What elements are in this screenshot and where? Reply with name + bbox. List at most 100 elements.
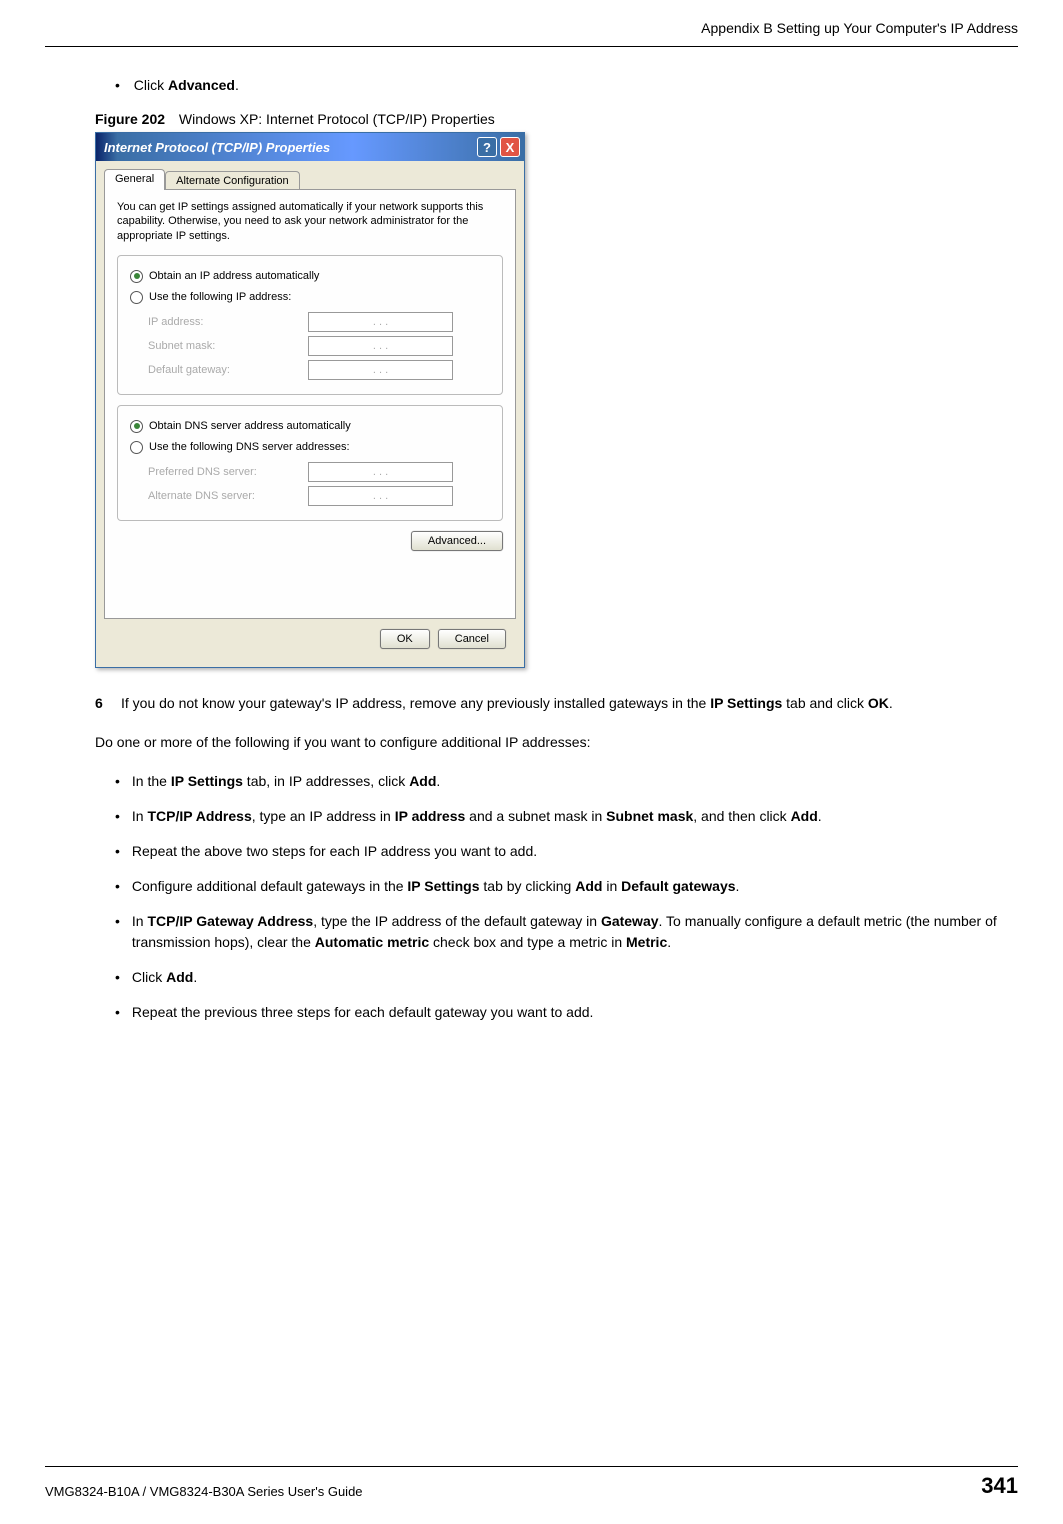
preferred-dns-row: Preferred DNS server: . . .	[148, 462, 490, 482]
t: and a subnet mask in	[465, 808, 606, 824]
sub-bullets: In the IP Settings tab, in IP addresses,…	[115, 771, 1018, 1023]
t: in	[602, 878, 621, 894]
t: Repeat the previous three steps for each…	[132, 1004, 594, 1020]
default-gateway-row: Default gateway: . . .	[148, 360, 490, 380]
header-divider	[45, 46, 1018, 47]
t: tab by clicking	[480, 878, 576, 894]
t: .	[889, 695, 893, 711]
close-button[interactable]: X	[500, 137, 520, 157]
ip-address-label: IP address:	[148, 316, 308, 328]
tab-alternate[interactable]: Alternate Configuration	[165, 171, 300, 190]
page-footer: VMG8324-B10A / VMG8324-B30A Series User'…	[45, 1466, 1018, 1499]
t: OK	[868, 695, 889, 711]
t: .	[667, 934, 671, 950]
radio-icon	[130, 420, 143, 433]
figure-label: Figure 202	[95, 111, 165, 127]
figure-caption: Figure 202 Windows XP: Internet Protocol…	[95, 111, 1018, 127]
t: .	[736, 878, 740, 894]
bullet-3: Repeat the above two steps for each IP a…	[115, 841, 1018, 862]
t: IP address	[395, 808, 466, 824]
radio-use-ip-label: Use the following IP address:	[149, 291, 291, 303]
radio-obtain-ip-label: Obtain an IP address automatically	[149, 270, 319, 282]
radio-use-ip[interactable]: Use the following IP address:	[130, 291, 490, 304]
dialog-footer: OK Cancel	[104, 619, 516, 659]
t: Default gateways	[621, 878, 735, 894]
footer-page-number: 341	[981, 1473, 1018, 1499]
ip-address-input[interactable]: . . .	[308, 312, 453, 332]
bullet-1: In the IP Settings tab, in IP addresses,…	[115, 771, 1018, 792]
t: .	[436, 773, 440, 789]
t: Gateway	[601, 913, 659, 929]
radio-obtain-dns[interactable]: Obtain DNS server address automatically	[130, 420, 490, 433]
figure-caption-text: Windows XP: Internet Protocol (TCP/IP) P…	[179, 111, 495, 127]
bt: Click Add.	[132, 967, 1018, 988]
page-header-right: Appendix B Setting up Your Computer's IP…	[45, 20, 1018, 36]
t: Automatic metric	[315, 934, 429, 950]
tcpip-properties-dialog: Internet Protocol (TCP/IP) Properties ? …	[95, 132, 525, 668]
step-text: If you do not know your gateway's IP add…	[121, 693, 1018, 714]
dialog-title: Internet Protocol (TCP/IP) Properties	[104, 140, 330, 155]
t: .	[818, 808, 822, 824]
bt: Repeat the above two steps for each IP a…	[132, 841, 1018, 862]
cancel-button[interactable]: Cancel	[438, 629, 506, 649]
radio-obtain-ip[interactable]: Obtain an IP address automatically	[130, 270, 490, 283]
bullet-6: Click Add.	[115, 967, 1018, 988]
t: .	[193, 969, 197, 985]
subnet-mask-label: Subnet mask:	[148, 340, 308, 352]
t: IP Settings	[171, 773, 243, 789]
subnet-mask-input[interactable]: . . .	[308, 336, 453, 356]
bt: In TCP/IP Gateway Address, type the IP a…	[132, 911, 1018, 953]
dns-groupbox: Obtain DNS server address automatically …	[117, 405, 503, 521]
t: check box and type a metric in	[429, 934, 626, 950]
do-one-paragraph: Do one or more of the following if you w…	[95, 732, 1018, 753]
t: IP Settings	[710, 695, 782, 711]
bt: In the IP Settings tab, in IP addresses,…	[132, 771, 1018, 792]
intro-text-a: Click	[134, 77, 168, 93]
t: Add	[575, 878, 602, 894]
alternate-dns-input[interactable]: . . .	[308, 486, 453, 506]
t: Repeat the above two steps for each IP a…	[132, 843, 537, 859]
footer-guide-name: VMG8324-B10A / VMG8324-B30A Series User'…	[45, 1484, 363, 1499]
intro-bullet: Click Advanced.	[115, 77, 1018, 93]
t: Click	[132, 969, 166, 985]
default-gateway-input[interactable]: . . .	[308, 360, 453, 380]
intro-text-bold: Advanced	[168, 77, 235, 93]
advanced-row: Advanced...	[117, 531, 503, 551]
titlebar-buttons: ? X	[477, 137, 520, 157]
radio-icon	[130, 270, 143, 283]
dialog-titlebar: Internet Protocol (TCP/IP) Properties ? …	[96, 133, 524, 161]
ip-groupbox: Obtain an IP address automatically Use t…	[117, 255, 503, 395]
dialog-figure: Internet Protocol (TCP/IP) Properties ? …	[95, 132, 1018, 668]
t: TCP/IP Gateway Address	[147, 913, 313, 929]
tab-content-general: You can get IP settings assigned automat…	[104, 189, 516, 619]
help-button[interactable]: ?	[477, 137, 497, 157]
bt: Configure additional default gateways in…	[132, 876, 1018, 897]
radio-use-dns[interactable]: Use the following DNS server addresses:	[130, 441, 490, 454]
default-gateway-label: Default gateway:	[148, 364, 308, 376]
step-6: 6 If you do not know your gateway's IP a…	[95, 693, 1018, 714]
preferred-dns-label: Preferred DNS server:	[148, 466, 308, 478]
t: , type an IP address in	[252, 808, 395, 824]
preferred-dns-input[interactable]: . . .	[308, 462, 453, 482]
ok-button[interactable]: OK	[380, 629, 430, 649]
t: Add	[791, 808, 818, 824]
bt: Repeat the previous three steps for each…	[132, 1002, 1018, 1023]
advanced-button[interactable]: Advanced...	[411, 531, 503, 551]
alternate-dns-row: Alternate DNS server: . . .	[148, 486, 490, 506]
radio-obtain-dns-label: Obtain DNS server address automatically	[149, 420, 351, 432]
t: Add	[409, 773, 436, 789]
ip-address-row: IP address: . . .	[148, 312, 490, 332]
t: In the	[132, 773, 171, 789]
bullet-7: Repeat the previous three steps for each…	[115, 1002, 1018, 1023]
t: In	[132, 808, 148, 824]
t: In	[132, 913, 148, 929]
t: , and then click	[693, 808, 790, 824]
dialog-description: You can get IP settings assigned automat…	[117, 200, 503, 243]
radio-use-dns-label: Use the following DNS server addresses:	[149, 441, 350, 453]
t: Metric	[626, 934, 667, 950]
tab-general[interactable]: General	[104, 169, 165, 190]
radio-icon	[130, 441, 143, 454]
dialog-body: General Alternate Configuration You can …	[96, 161, 524, 667]
t: Configure additional default gateways in…	[132, 878, 408, 894]
t: IP Settings	[407, 878, 479, 894]
